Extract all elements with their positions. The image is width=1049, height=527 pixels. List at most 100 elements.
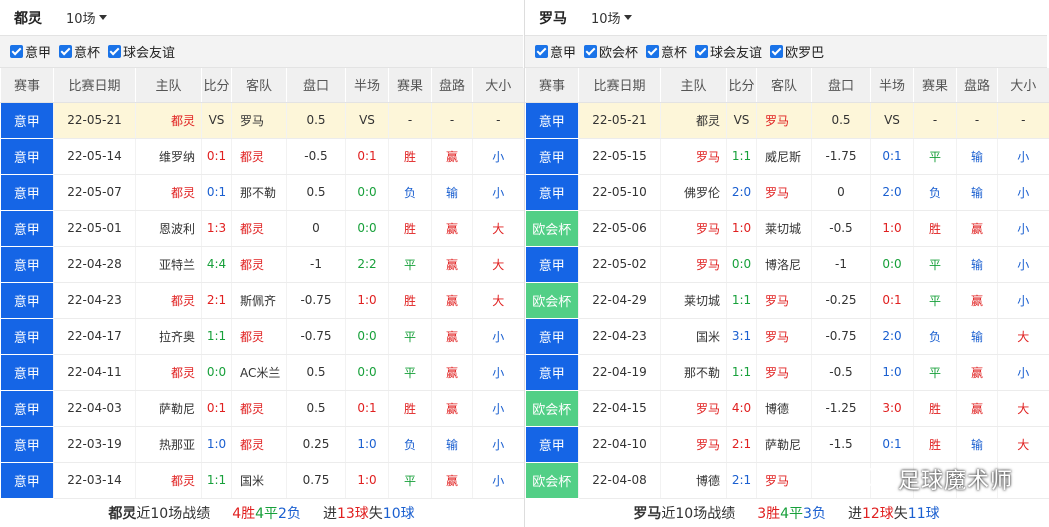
match-count-dropdown[interactable]: 10场 [66,8,107,27]
column-header[interactable]: 盘口 [286,68,346,103]
filter-checkbox[interactable]: 球会友谊 [695,42,762,61]
away-team[interactable]: 罗马 [756,318,812,355]
column-header[interactable]: 主队 [660,68,727,103]
away-team[interactable]: 斯佩齐 [231,282,287,319]
column-header[interactable]: 客队 [231,68,287,103]
column-header[interactable]: 比分 [726,68,757,103]
column-header[interactable]: 比赛日期 [578,68,661,103]
away-team[interactable]: 罗马 [756,354,812,391]
competition-badge[interactable]: 意甲 [525,174,579,211]
away-team[interactable]: 威尼斯 [756,138,812,175]
filter-checkbox[interactable]: 意杯 [646,42,687,61]
filter-checkbox[interactable]: 球会友谊 [108,42,175,61]
filter-checkbox[interactable]: 欧罗巴 [770,42,824,61]
competition-badge[interactable]: 意甲 [0,246,54,283]
competition-badge[interactable]: 意甲 [525,318,579,355]
competition-badge[interactable]: 意甲 [0,462,54,499]
checkbox-checked-icon[interactable] [584,45,598,58]
away-team[interactable]: 罗马 [231,102,287,139]
home-team[interactable]: 那不勒 [660,354,727,391]
column-header[interactable]: 赛事 [525,68,579,103]
away-team[interactable]: 都灵 [231,390,287,427]
away-team[interactable]: 那不勒 [231,174,287,211]
checkbox-checked-icon[interactable] [695,45,709,58]
column-header[interactable]: 主队 [135,68,202,103]
home-team[interactable]: 拉齐奥 [135,318,202,355]
home-team[interactable]: 罗马 [660,138,727,175]
column-header[interactable]: 赛果 [388,68,432,103]
competition-badge[interactable]: 意甲 [0,282,54,319]
filter-checkbox[interactable]: 欧会杯 [584,42,638,61]
away-team[interactable]: 国米 [231,462,287,499]
away-team[interactable]: 都灵 [231,210,287,247]
checkbox-checked-icon[interactable] [108,45,122,58]
home-team[interactable]: 佛罗伦 [660,174,727,211]
competition-badge[interactable]: 欧会杯 [525,390,579,427]
away-team[interactable]: 罗马 [756,102,812,139]
column-header[interactable]: 盘路 [431,68,473,103]
competition-badge[interactable]: 意甲 [0,354,54,391]
checkbox-checked-icon[interactable] [646,45,660,58]
home-team[interactable]: 萨勒尼 [135,390,202,427]
away-team[interactable]: 罗马 [756,462,812,499]
checkbox-checked-icon[interactable] [535,45,548,58]
away-team[interactable]: AC米兰 [231,354,287,391]
home-team[interactable]: 罗马 [660,426,727,463]
column-header[interactable]: 盘口 [811,68,871,103]
home-team[interactable]: 都灵 [135,462,202,499]
away-team[interactable]: 莱切城 [756,210,812,247]
home-team[interactable]: 莱切城 [660,282,727,319]
competition-badge[interactable]: 意甲 [0,174,54,211]
away-team[interactable]: 罗马 [756,174,812,211]
home-team[interactable]: 都灵 [135,282,202,319]
filter-checkbox[interactable]: 意甲 [535,42,576,61]
away-team[interactable]: 罗马 [756,282,812,319]
column-header[interactable]: 大小 [997,68,1049,103]
away-team[interactable]: 博德 [756,390,812,427]
checkbox-checked-icon[interactable] [10,45,23,58]
home-team[interactable]: 国米 [660,318,727,355]
competition-badge[interactable]: 意甲 [0,102,54,139]
column-header[interactable]: 半场 [870,68,914,103]
filter-checkbox[interactable]: 意甲 [10,42,51,61]
competition-badge[interactable]: 意甲 [0,138,54,175]
home-team[interactable]: 都灵 [135,174,202,211]
column-header[interactable]: 比分 [201,68,232,103]
home-team[interactable]: 都灵 [135,354,202,391]
competition-badge[interactable]: 意甲 [525,138,579,175]
column-header[interactable]: 客队 [756,68,812,103]
competition-badge[interactable]: 意甲 [525,354,579,391]
competition-badge[interactable]: 意甲 [0,318,54,355]
home-team[interactable]: 都灵 [135,102,202,139]
competition-badge[interactable]: 欧会杯 [525,282,579,319]
home-team[interactable]: 维罗纳 [135,138,202,175]
away-team[interactable]: 都灵 [231,318,287,355]
home-team[interactable]: 罗马 [660,246,727,283]
column-header[interactable]: 赛事 [0,68,54,103]
column-header[interactable]: 比赛日期 [53,68,136,103]
competition-badge[interactable]: 意甲 [0,426,54,463]
column-header[interactable]: 赛果 [913,68,957,103]
away-team[interactable]: 都灵 [231,426,287,463]
checkbox-checked-icon[interactable] [59,45,73,58]
match-count-dropdown[interactable]: 10场 [591,8,632,27]
competition-badge[interactable]: 欧会杯 [525,210,579,247]
column-header[interactable]: 大小 [472,68,524,103]
competition-badge[interactable]: 意甲 [0,390,54,427]
away-team[interactable]: 萨勒尼 [756,426,812,463]
home-team[interactable]: 恩波利 [135,210,202,247]
competition-badge[interactable]: 意甲 [525,102,579,139]
competition-badge[interactable]: 意甲 [525,426,579,463]
home-team[interactable]: 亚特兰 [135,246,202,283]
home-team[interactable]: 罗马 [660,390,727,427]
filter-checkbox[interactable]: 意杯 [59,42,100,61]
home-team[interactable]: 热那亚 [135,426,202,463]
away-team[interactable]: 博洛尼 [756,246,812,283]
home-team[interactable]: 博德 [660,462,727,499]
column-header[interactable]: 半场 [345,68,389,103]
column-header[interactable]: 盘路 [956,68,998,103]
competition-badge[interactable]: 意甲 [525,246,579,283]
competition-badge[interactable]: 欧会杯 [525,462,579,499]
away-team[interactable]: 都灵 [231,138,287,175]
competition-badge[interactable]: 意甲 [0,210,54,247]
